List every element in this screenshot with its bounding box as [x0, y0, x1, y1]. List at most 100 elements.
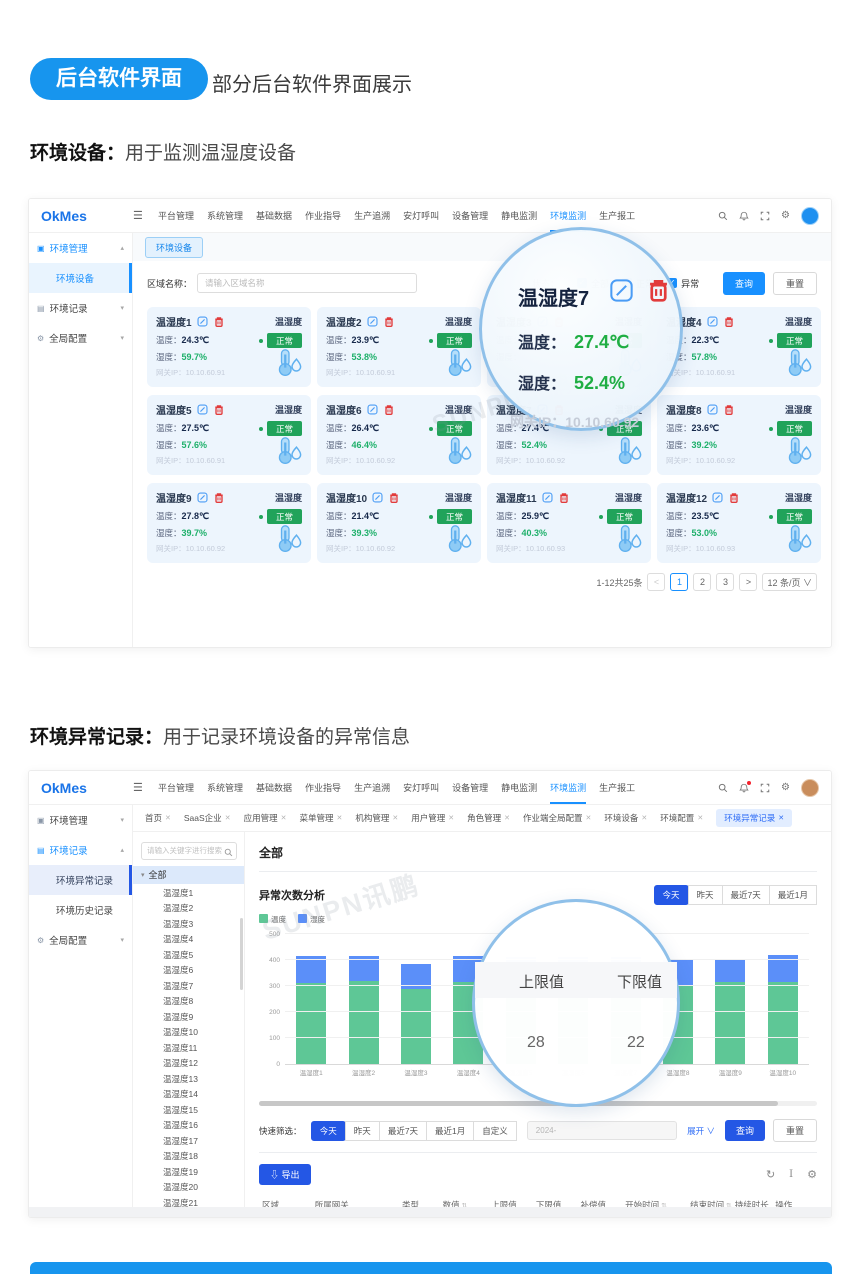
range-button-自定义[interactable]: 自定义: [473, 1121, 517, 1141]
tree-item-温湿度16[interactable]: 温湿度16: [133, 1118, 244, 1134]
sidebar-item-全局配置[interactable]: ⚙全局配置▾: [29, 925, 132, 955]
page-tab-作业端全局配置[interactable]: 作业端全局配置✕: [523, 812, 591, 824]
page-button-3[interactable]: 3: [716, 573, 734, 591]
menu-item-生产追溯[interactable]: 生产追溯: [354, 781, 390, 794]
menu-item-环境监测[interactable]: 环境监测: [550, 781, 586, 794]
tree-item-温湿度17[interactable]: 温湿度17: [133, 1134, 244, 1150]
menu-item-系统管理[interactable]: 系统管理: [207, 209, 243, 222]
tree-item-温湿度4[interactable]: 温湿度4: [133, 932, 244, 948]
menu-toggle-icon[interactable]: ☰: [133, 209, 146, 222]
range-button-最近1月[interactable]: 最近1月: [769, 885, 817, 905]
range-button-最近7天[interactable]: 最近7天: [722, 885, 770, 905]
menu-item-基础数据[interactable]: 基础数据: [256, 781, 292, 794]
sidebar-item-环境设备[interactable]: 环境设备: [29, 263, 132, 293]
trash-icon[interactable]: [728, 492, 740, 504]
page-size-select[interactable]: 12 条/页 ∨: [762, 573, 817, 591]
page-tab-角色管理[interactable]: 角色管理✕: [467, 812, 510, 824]
tree-item-温湿度20[interactable]: 温湿度20: [133, 1180, 244, 1196]
trash-icon[interactable]: [383, 316, 395, 328]
fullscreen-icon[interactable]: [760, 211, 770, 221]
tree-item-温湿度12[interactable]: 温湿度12: [133, 1056, 244, 1072]
search-icon[interactable]: [224, 844, 233, 862]
date-range-input[interactable]: [527, 1121, 677, 1140]
menu-item-系统管理[interactable]: 系统管理: [207, 781, 243, 794]
reset-button[interactable]: 重置: [773, 1119, 817, 1142]
sidebar-item-环境历史记录[interactable]: 环境历史记录: [29, 895, 132, 925]
menu-item-基础数据[interactable]: 基础数据: [256, 209, 292, 222]
edit-icon[interactable]: [197, 492, 208, 503]
next-page-button[interactable]: >: [739, 573, 757, 591]
page-tab-环境配置[interactable]: 环境配置✕: [660, 812, 703, 824]
menu-toggle-icon[interactable]: ☰: [133, 781, 146, 794]
tree-item-温湿度18[interactable]: 温湿度18: [133, 1149, 244, 1165]
close-tab-icon[interactable]: ✕: [778, 814, 784, 822]
page-tab-首页[interactable]: 首页✕: [145, 812, 171, 824]
menu-item-平台管理[interactable]: 平台管理: [158, 781, 194, 794]
tree-search-input[interactable]: [141, 842, 237, 860]
menu-item-设备管理[interactable]: 设备管理: [452, 781, 488, 794]
close-tab-icon[interactable]: ✕: [165, 814, 171, 822]
tree-scrollbar[interactable]: [240, 918, 243, 990]
edit-icon[interactable]: [609, 278, 634, 303]
range-button-昨天[interactable]: 昨天: [345, 1121, 380, 1141]
tree-item-温湿度7[interactable]: 温湿度7: [133, 979, 244, 995]
close-tab-icon[interactable]: ✕: [281, 814, 287, 822]
tree-item-温湿度13[interactable]: 温湿度13: [133, 1072, 244, 1088]
close-tab-icon[interactable]: ✕: [392, 814, 398, 822]
search-icon[interactable]: [718, 211, 728, 221]
menu-item-生产报工[interactable]: 生产报工: [599, 209, 635, 222]
user-avatar[interactable]: [801, 207, 819, 225]
bell-icon[interactable]: [739, 783, 749, 793]
close-tab-icon[interactable]: ✕: [504, 814, 510, 822]
sidebar-item-环境管理[interactable]: ▣环境管理▴: [29, 233, 132, 263]
tree-item-温湿度15[interactable]: 温湿度15: [133, 1103, 244, 1119]
chart-h-scrollbar[interactable]: [259, 1101, 817, 1106]
solution-link[interactable]: 解决方案: [772, 1218, 817, 1219]
column-settings-icon[interactable]: I: [789, 1169, 793, 1180]
edit-icon[interactable]: [707, 404, 718, 415]
sidebar-item-全局配置[interactable]: ⚙全局配置▾: [29, 323, 132, 353]
menu-item-静电监测[interactable]: 静电监测: [501, 209, 537, 222]
close-tab-icon[interactable]: ✕: [586, 814, 592, 822]
table-settings-gear-icon[interactable]: ⚙: [807, 1168, 817, 1181]
tree-item-温湿度6[interactable]: 温湿度6: [133, 963, 244, 979]
close-tab-icon[interactable]: ✕: [336, 814, 342, 822]
range-button-今天[interactable]: 今天: [654, 885, 689, 905]
range-button-昨天[interactable]: 昨天: [688, 885, 723, 905]
close-tab-icon[interactable]: ✕: [225, 814, 231, 822]
query-button[interactable]: 查询: [725, 1120, 765, 1141]
menu-item-生产报工[interactable]: 生产报工: [599, 781, 635, 794]
trash-icon[interactable]: [723, 316, 735, 328]
bell-icon[interactable]: [739, 211, 749, 221]
sidebar-item-环境记录[interactable]: ▤环境记录▾: [29, 293, 132, 323]
edit-icon[interactable]: [542, 492, 553, 503]
page-tab-SaaS企业[interactable]: SaaS企业✕: [184, 812, 231, 824]
page-button-1[interactable]: 1: [670, 573, 688, 591]
edit-icon[interactable]: [712, 492, 723, 503]
page-tab-环境异常记录[interactable]: 环境异常记录✕: [716, 809, 792, 827]
page-tab-应用管理[interactable]: 应用管理✕: [244, 812, 287, 824]
tree-item-温湿度8[interactable]: 温湿度8: [133, 994, 244, 1010]
trash-icon[interactable]: [723, 404, 735, 416]
close-tab-icon[interactable]: ✕: [448, 814, 454, 822]
tree-item-温湿度5[interactable]: 温湿度5: [133, 948, 244, 964]
close-tab-icon[interactable]: ✕: [697, 814, 703, 822]
prev-page-button[interactable]: <: [647, 573, 665, 591]
tree-item-温湿度19[interactable]: 温湿度19: [133, 1165, 244, 1181]
menu-item-安灯呼叫[interactable]: 安灯呼叫: [403, 781, 439, 794]
user-avatar[interactable]: [801, 779, 819, 797]
range-button-今天[interactable]: 今天: [311, 1121, 346, 1141]
menu-item-作业指导[interactable]: 作业指导: [305, 781, 341, 794]
edit-icon[interactable]: [707, 316, 718, 327]
settings-gear-icon[interactable]: ⚙: [781, 211, 790, 221]
settings-gear-icon[interactable]: ⚙: [781, 783, 790, 793]
page-tab-菜单管理[interactable]: 菜单管理✕: [299, 812, 342, 824]
page-tab-环境设备[interactable]: 环境设备✕: [604, 812, 647, 824]
menu-item-安灯呼叫[interactable]: 安灯呼叫: [403, 209, 439, 222]
tree-item-温湿度10[interactable]: 温湿度10: [133, 1025, 244, 1041]
trash-icon[interactable]: [213, 404, 225, 416]
trash-icon[interactable]: [645, 277, 672, 304]
tree-item-温湿度9[interactable]: 温湿度9: [133, 1010, 244, 1026]
sidebar-item-环境异常记录[interactable]: 环境异常记录: [29, 865, 132, 895]
refresh-icon[interactable]: ↻: [766, 1168, 775, 1181]
